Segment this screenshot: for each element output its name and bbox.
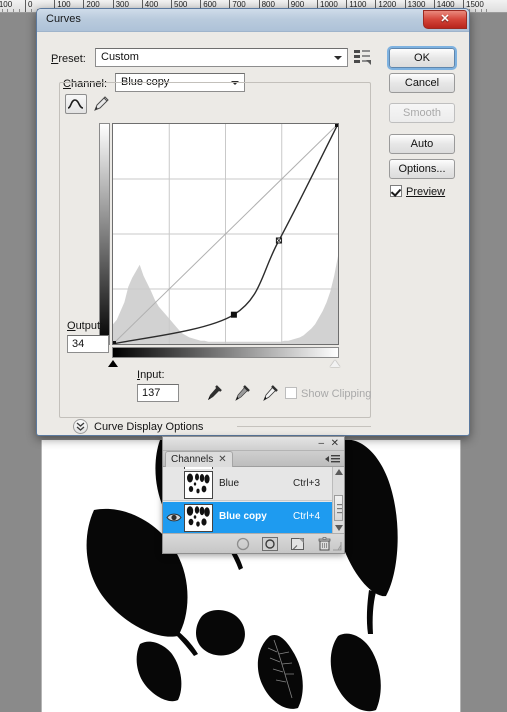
white-point-slider[interactable] xyxy=(330,360,340,367)
channel-name: Blue xyxy=(219,478,240,489)
panel-close-button[interactable]: ✕ xyxy=(331,438,339,449)
show-clipping-checkbox[interactable]: Show Clipping xyxy=(285,387,371,400)
section-divider xyxy=(237,426,371,427)
preset-value: Custom xyxy=(101,51,139,63)
delete-channel-icon[interactable] xyxy=(318,537,331,551)
dialog-title: Curves xyxy=(46,13,81,25)
input-field[interactable]: 137 xyxy=(137,384,179,402)
scrollbar-grip-icon xyxy=(337,504,342,514)
tab-label: Channels xyxy=(171,454,214,465)
output-gradient-strip xyxy=(99,123,110,345)
panel-menu-icon[interactable] xyxy=(325,454,341,465)
chevron-down-icon xyxy=(334,56,342,60)
close-button[interactable]: ✕ xyxy=(423,10,467,29)
scroll-down-arrow-icon[interactable] xyxy=(335,525,343,531)
channel-shortcut: Ctrl+4 xyxy=(293,511,320,522)
channel-thumbnail xyxy=(184,504,213,532)
pencil-tool-icon[interactable] xyxy=(92,95,110,113)
channel-name: Blue copy xyxy=(219,511,267,522)
ruler-minor-tick xyxy=(13,9,15,12)
channel-row-blue-copy[interactable]: Blue copy Ctrl+4 xyxy=(163,502,344,533)
tab-channels[interactable]: Channels ✕ xyxy=(165,451,233,467)
black-point-eyedropper-icon[interactable] xyxy=(205,384,223,403)
channel-row-blue[interactable]: Blue Ctrl+3 xyxy=(163,469,344,501)
panel-footer xyxy=(163,533,344,553)
dialog-body: Preset: Custom Channel: Blue copy Output… xyxy=(37,32,469,436)
channel-thumbnail-image xyxy=(185,472,212,498)
curve-graph[interactable] xyxy=(110,121,341,347)
output-field[interactable]: 34 xyxy=(67,335,109,353)
resize-grip-icon[interactable] xyxy=(333,542,342,551)
options-button[interactable]: Options... xyxy=(389,159,455,179)
visibility-eye-icon[interactable] xyxy=(166,511,182,524)
new-channel-icon[interactable] xyxy=(291,537,305,551)
curves-dialog: Curves ✕ Preset: Custom Channel: Blue co… xyxy=(36,8,470,436)
ruler-minor-tick xyxy=(7,9,9,12)
show-clipping-label: Show Clipping xyxy=(301,388,372,400)
preset-label: Preset: xyxy=(51,53,86,65)
channel-thumbnail xyxy=(184,471,213,499)
channel-list-scrollbar[interactable] xyxy=(332,467,344,533)
gray-point-eyedropper-icon[interactable] xyxy=(233,384,251,403)
ruler-minor-tick xyxy=(30,9,32,12)
curve-tool-button[interactable] xyxy=(65,94,87,114)
ruler-minor-tick xyxy=(1,9,3,12)
curve-display-options-toggle[interactable] xyxy=(73,419,88,434)
curve-control-point[interactable] xyxy=(110,341,116,347)
checkbox-box xyxy=(390,185,402,197)
panel-titlebar[interactable]: – ✕ xyxy=(163,437,344,451)
panel-minimize-button[interactable]: – xyxy=(318,438,324,449)
preview-label: Preview xyxy=(406,186,446,198)
channel-shortcut: Ctrl+3 xyxy=(293,478,320,489)
ok-button[interactable]: OK xyxy=(389,48,455,68)
scroll-up-arrow-icon[interactable] xyxy=(335,469,343,475)
curve-tool-icon xyxy=(67,99,84,109)
ruler-minor-tick xyxy=(480,9,482,12)
checkbox-box xyxy=(285,387,297,399)
preset-combo[interactable]: Custom xyxy=(95,48,348,67)
preview-checkbox[interactable]: Preview xyxy=(390,185,445,198)
ruler-minor-tick xyxy=(474,9,476,12)
chevron-double-down-icon xyxy=(76,422,85,431)
load-channel-as-selection-icon[interactable] xyxy=(236,537,250,551)
white-point-eyedropper-icon[interactable] xyxy=(261,384,279,403)
curve-control-point[interactable] xyxy=(335,121,341,127)
ruler-minor-tick xyxy=(486,9,488,12)
black-point-slider[interactable] xyxy=(108,360,118,367)
output-label: Output: xyxy=(67,320,104,332)
cancel-button[interactable]: Cancel xyxy=(389,73,455,93)
auto-button[interactable]: Auto xyxy=(389,134,455,154)
scrollbar-thumb[interactable] xyxy=(334,495,343,521)
dialog-titlebar[interactable]: Curves ✕ xyxy=(37,9,469,32)
channels-panel: – ✕ Channels ✕ Blue Ctrl+3 Blue copy Ctr… xyxy=(162,436,345,554)
preset-menu-icon[interactable] xyxy=(353,49,371,66)
curve-plot-area[interactable] xyxy=(110,121,341,347)
curve-display-options-label[interactable]: Curve Display Options xyxy=(94,421,203,433)
input-gradient-strip xyxy=(112,347,339,358)
tab-close-icon[interactable]: ✕ xyxy=(218,454,226,465)
input-label: Input: xyxy=(137,369,165,381)
save-selection-as-channel-icon[interactable] xyxy=(262,537,278,551)
curve-control-point[interactable] xyxy=(230,311,237,318)
smooth-button[interactable]: Smooth xyxy=(389,103,455,123)
channel-thumbnail-image xyxy=(185,505,212,531)
channel-list: Blue Ctrl+3 Blue copy Ctrl+4 xyxy=(163,467,344,533)
panel-tabstrip: Channels ✕ xyxy=(163,451,344,467)
ruler-minor-tick xyxy=(19,9,21,12)
